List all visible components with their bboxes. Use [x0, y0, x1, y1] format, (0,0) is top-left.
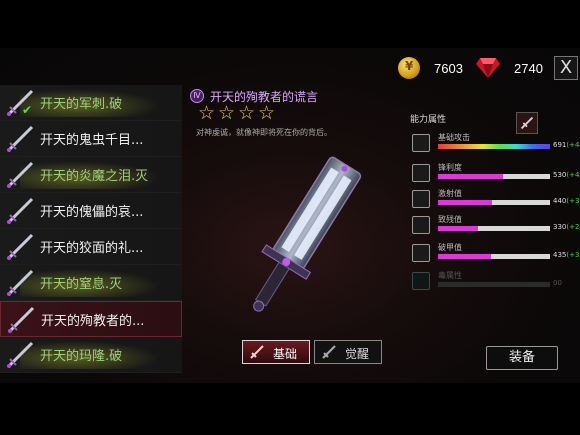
stat-bar [438, 226, 550, 231]
skill-icon[interactable] [516, 112, 538, 134]
weapon-name: 开天的窒息.灭 [40, 277, 123, 292]
sword-thumbnail-icon [6, 233, 34, 261]
equipped-check-icon: ✔ [22, 103, 33, 117]
star-icon: ☆ [218, 102, 236, 124]
sword-thumbnail-icon [6, 269, 34, 297]
weapon-name: 开天的军刺.破 [40, 97, 123, 112]
star-icon: ☆ [238, 102, 256, 124]
stat-bar [438, 144, 550, 149]
weapon-list: 开天的军刺.破 ✔ 开天的鬼虫千目... 开天的炎魔之泪.灭 开天的傀儡的哀... 开天的… [0, 85, 182, 373]
currency-bar: ¥ 7603 2740 X [390, 52, 580, 92]
stat-icon [412, 164, 430, 182]
stat-value: 330(+287) [553, 223, 580, 231]
stat-label: 激射值 [438, 189, 462, 198]
stat-row: 基础攻击 691(+486) [412, 132, 580, 154]
gem-value: 2740 [514, 61, 543, 76]
stat-icon [412, 216, 430, 234]
stat-number: 00 [553, 279, 562, 287]
tab-basic-label: 基础 [273, 347, 298, 361]
stat-label: 破甲值 [438, 243, 462, 252]
stat-icon [412, 134, 430, 152]
weapon-list-item[interactable]: 开天的鬼虫千目... [0, 121, 182, 157]
stat-bar [438, 254, 550, 259]
stat-bar-fill [438, 200, 492, 205]
stat-label: 锋利度 [438, 163, 462, 172]
stat-value: 691(+486) [553, 141, 580, 149]
stat-label: 基础攻击 [438, 133, 470, 142]
stat-row: 致残值 330(+287) [412, 214, 580, 236]
sword-thumbnail-icon [6, 161, 34, 189]
stats-title: 能力属性 [410, 115, 447, 125]
weapon-list-item[interactable]: 开天的军刺.破 ✔ [0, 85, 182, 121]
sword-thumbnail-icon [7, 306, 35, 334]
weapon-name: 开天的狡面的礼... [40, 241, 144, 256]
stat-bonus: (+374) [566, 251, 580, 259]
weapon-list-item[interactable]: 开天的傀儡的哀... [0, 193, 182, 229]
stat-value: 440(+393) [553, 197, 580, 205]
stat-row: 锋利度 530(+476) [412, 162, 580, 184]
stat-label: 致残值 [438, 215, 462, 224]
stat-number: 530 [553, 171, 567, 179]
stat-bar [438, 282, 550, 287]
stat-bar-fill [438, 226, 478, 231]
stat-number: 435 [553, 251, 567, 259]
stat-row: 激射值 440(+393) [412, 188, 580, 210]
star-icon: ☆ [258, 102, 276, 124]
weapon-list-item[interactable]: 开天的窒息.灭 [0, 265, 182, 301]
stat-row: 破甲值 435(+374) [412, 242, 580, 264]
stat-icon [412, 272, 430, 290]
close-button[interactable]: X [554, 56, 578, 80]
sword-thumbnail-icon [6, 125, 34, 153]
weapon-name: 开天的玛隆.破 [40, 349, 123, 364]
stat-value: 530(+476) [553, 171, 580, 179]
flavor-text: 对神虔诚，就像神即将死在你的背后。 [196, 128, 332, 137]
stat-value: 435(+374) [553, 251, 580, 259]
tab-basic[interactable]: 基础 [242, 340, 310, 364]
stat-bar-fill [438, 174, 503, 179]
equip-button[interactable]: 装备 [486, 346, 558, 370]
stat-bonus: (+476) [566, 171, 580, 179]
weapon-list-item[interactable]: 开天的殉教者的... [0, 301, 182, 337]
weapon-name: 开天的炎魔之泪.灭 [40, 169, 149, 184]
sword-illustration [253, 156, 362, 312]
ruby-gem-icon [476, 58, 500, 78]
tab-awaken[interactable]: 觉醒 [314, 340, 382, 364]
sword-icon [250, 345, 264, 359]
stat-value: 00 [553, 279, 562, 287]
star-icon: ☆ [198, 102, 216, 124]
tab-awaken-label: 觉醒 [345, 347, 370, 361]
weapon-list-item[interactable]: 开天的玛隆.破 [0, 337, 182, 373]
weapon-list-item[interactable]: 开天的狡面的礼... [0, 229, 182, 265]
stat-row: 毒属性 00 [412, 270, 580, 292]
stat-number: 440 [553, 197, 567, 205]
stat-bar [438, 200, 550, 205]
weapon-name: 开天的傀儡的哀... [40, 205, 144, 220]
weapon-name: 开天的鬼虫千目... [40, 133, 144, 148]
stat-number: 691 [553, 141, 567, 149]
stat-label: 毒属性 [438, 271, 462, 280]
stat-bar-fill [438, 254, 491, 259]
awaken-sword-icon [322, 345, 336, 359]
stat-number: 330 [553, 223, 567, 231]
tier-badge: Ⅳ [190, 89, 204, 103]
stat-icon [412, 190, 430, 208]
gold-coin-icon: ¥ [398, 57, 420, 79]
weapon-name: 开天的殉教者的... [41, 314, 145, 329]
sword-thumbnail-icon [6, 197, 34, 225]
stat-bonus: (+486) [566, 141, 580, 149]
sword-thumbnail-icon [6, 341, 34, 369]
weapon-list-item[interactable]: 开天的炎魔之泪.灭 [0, 157, 182, 193]
stat-bonus: (+393) [566, 197, 580, 205]
stat-icon [412, 244, 430, 262]
stat-bonus: (+287) [566, 223, 580, 231]
stat-bar [438, 174, 550, 179]
gold-value: 7603 [434, 61, 463, 76]
